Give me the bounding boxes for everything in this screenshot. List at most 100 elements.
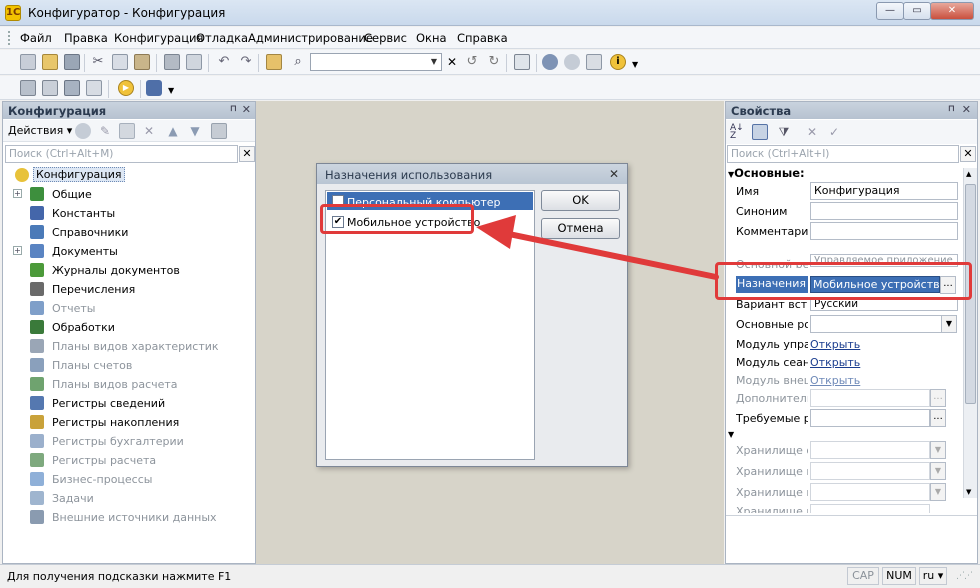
- edit-icon[interactable]: ✎: [97, 123, 113, 139]
- menu-file[interactable]: Файл: [20, 31, 52, 45]
- prop-additional-select-button[interactable]: ...: [930, 389, 946, 407]
- tree-item[interactable]: Отчеты: [13, 299, 253, 318]
- tree-item[interactable]: Перечисления: [13, 280, 253, 299]
- find-in-folder-icon[interactable]: [266, 54, 282, 70]
- tree-item[interactable]: Планы видов расчета: [13, 375, 253, 394]
- prop-synonym-field[interactable]: [810, 202, 958, 220]
- tree-item[interactable]: Регистры бухгалтерии: [13, 432, 253, 451]
- menu-edit[interactable]: Правка: [64, 31, 108, 45]
- open-icon[interactable]: [42, 54, 58, 70]
- scroll-down-icon[interactable]: ▼: [966, 488, 971, 496]
- chevron-down-icon[interactable]: ▼: [930, 441, 946, 459]
- tree-item[interactable]: + Общие: [13, 185, 253, 204]
- prop-roles-field[interactable]: [810, 315, 942, 333]
- menu-debug[interactable]: Отладка: [196, 31, 248, 45]
- delete-icon[interactable]: ✕: [141, 123, 157, 139]
- prop-storage-field[interactable]: [810, 441, 930, 459]
- chevron-down-icon[interactable]: ▼: [632, 60, 638, 69]
- paste-icon[interactable]: [134, 54, 150, 70]
- scroll-up-icon[interactable]: ▲: [966, 170, 971, 178]
- tree-item[interactable]: Бизнес-процессы: [13, 470, 253, 489]
- ok-button[interactable]: OK: [541, 190, 620, 211]
- prop-storage-field[interactable]: [810, 462, 930, 480]
- expand-icon[interactable]: +: [13, 246, 22, 255]
- open-external-module-link[interactable]: Открыть: [810, 374, 860, 387]
- copy-icon[interactable]: [112, 54, 128, 70]
- filter-icon[interactable]: ⧩: [776, 124, 792, 140]
- tree-item[interactable]: Регистры сведений: [13, 394, 253, 413]
- menu-windows[interactable]: Окна: [416, 31, 447, 45]
- tree-item[interactable]: Обработки: [13, 318, 253, 337]
- save-icon[interactable]: [64, 54, 80, 70]
- close-icon[interactable]: ✕: [962, 103, 971, 116]
- menu-configuration[interactable]: Конфигурация: [114, 31, 203, 45]
- prop-required-select-button[interactable]: ...: [930, 409, 946, 427]
- start-debug-icon[interactable]: ▶: [118, 80, 134, 96]
- prop-additional-field[interactable]: [810, 389, 930, 407]
- prop-storage-field[interactable]: [810, 504, 930, 513]
- tree-item[interactable]: Регистры накопления: [13, 413, 253, 432]
- compare-icon[interactable]: [86, 80, 102, 96]
- cut-icon[interactable]: ✂: [90, 54, 106, 70]
- assistant-icon[interactable]: [542, 54, 558, 70]
- expand-icon[interactable]: +: [13, 189, 22, 198]
- prop-storage-field[interactable]: [810, 483, 930, 501]
- undo-icon[interactable]: ↶: [216, 54, 232, 70]
- tree-item[interactable]: Журналы документов: [13, 261, 253, 280]
- database-icon[interactable]: [64, 80, 80, 96]
- copy-icon[interactable]: [119, 123, 135, 139]
- tree-item[interactable]: Планы видов характеристик: [13, 337, 253, 356]
- clear-search-icon[interactable]: ✕: [444, 54, 460, 70]
- minimize-button[interactable]: —: [876, 2, 904, 20]
- pin-icon[interactable]: ⊓: [230, 104, 237, 114]
- categorized-icon[interactable]: [752, 124, 768, 140]
- chevron-down-icon[interactable]: ▼: [427, 54, 441, 70]
- move-up-icon[interactable]: ▲: [165, 123, 181, 139]
- dialog-close-icon[interactable]: ✕: [609, 167, 619, 181]
- tree-item[interactable]: Планы счетов: [13, 356, 253, 375]
- properties-icon[interactable]: [211, 123, 227, 139]
- print-icon[interactable]: [164, 54, 180, 70]
- pin-icon[interactable]: ⊓: [948, 104, 955, 114]
- open-managed-module-link[interactable]: Открыть: [810, 338, 860, 351]
- update-db-icon[interactable]: [42, 80, 58, 96]
- menu-service[interactable]: Сервис: [364, 31, 407, 45]
- prop-comment-field[interactable]: [810, 222, 958, 240]
- tree-item[interactable]: Конфигурация: [13, 166, 253, 185]
- tree-item[interactable]: + Документы: [13, 242, 253, 261]
- help-search-icon[interactable]: [564, 54, 580, 70]
- help-content-icon[interactable]: [586, 54, 602, 70]
- prop-name-field[interactable]: Конфигурация: [810, 182, 958, 200]
- close-icon[interactable]: ✕: [242, 103, 251, 116]
- open-session-module-link[interactable]: Открыть: [810, 356, 860, 369]
- tree-item[interactable]: Константы: [13, 204, 253, 223]
- properties-scrollbar[interactable]: ▲ ▼: [963, 168, 977, 498]
- prop-required-field[interactable]: [810, 409, 930, 427]
- tree-item[interactable]: Справочники: [13, 223, 253, 242]
- chevron-down-icon[interactable]: ▼: [168, 86, 174, 95]
- open-config-icon[interactable]: [20, 80, 36, 96]
- add-icon[interactable]: [75, 123, 91, 139]
- clear-search-icon[interactable]: ✕: [239, 146, 255, 162]
- section-header[interactable]: ▼Основные:: [728, 166, 805, 180]
- clear-icon[interactable]: ✕: [804, 124, 820, 140]
- redo-icon[interactable]: ↷: [238, 54, 254, 70]
- resize-grip-icon[interactable]: ⋰⋰: [956, 571, 973, 581]
- chevron-down-icon[interactable]: ▼: [930, 483, 946, 501]
- language-indicator[interactable]: ru ▾: [919, 567, 947, 585]
- new-icon[interactable]: [20, 54, 36, 70]
- properties-search-input[interactable]: Поиск (Ctrl+Alt+I): [727, 145, 959, 163]
- window-list-icon[interactable]: [514, 54, 530, 70]
- tree-item[interactable]: Внешние источники данных: [13, 508, 253, 527]
- tree-item[interactable]: Регистры расчета: [13, 451, 253, 470]
- sort-alpha-icon[interactable]: A↓ Z: [730, 124, 746, 141]
- chevron-down-icon[interactable]: ▼: [930, 462, 946, 480]
- print-preview-icon[interactable]: [186, 54, 202, 70]
- clear-search-icon[interactable]: ✕: [960, 146, 976, 162]
- search-combo-input[interactable]: ▼: [310, 53, 442, 71]
- move-down-icon[interactable]: ▼: [187, 123, 203, 139]
- chevron-down-icon[interactable]: ▼: [941, 315, 957, 333]
- tree-item[interactable]: Задачи: [13, 489, 253, 508]
- search-prev-icon[interactable]: ↺: [464, 54, 480, 70]
- run-enterprise-icon[interactable]: [146, 80, 162, 96]
